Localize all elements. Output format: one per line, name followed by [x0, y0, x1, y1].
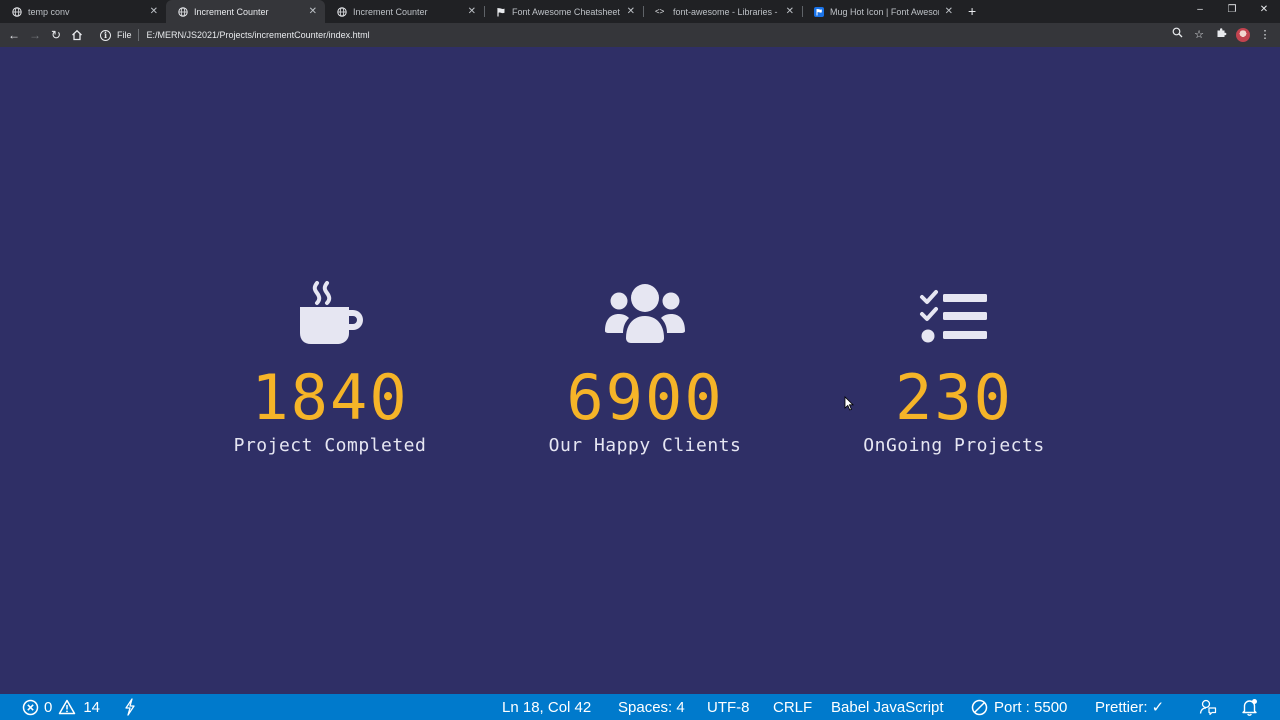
forward-button[interactable]: →	[27, 27, 43, 43]
tab-increment-counter[interactable]: Increment Counter ✕	[325, 0, 484, 23]
tab-title: temp conv	[28, 6, 70, 17]
globe-icon	[337, 6, 347, 17]
notifications-bell-icon[interactable]	[1241, 694, 1258, 720]
info-icon[interactable]: i	[100, 29, 111, 41]
no-entry-icon	[971, 699, 988, 716]
browser-toolbar: ← → ↻ i File E:/MERN/JS2021/Projects/inc…	[0, 23, 1280, 47]
editor-status-bar: 0 14 Ln 18, Col 42 Spaces: 4 UTF-8 CRLF …	[0, 694, 1280, 720]
minimize-icon[interactable]: –	[1184, 0, 1216, 23]
mug-hot-icon	[200, 275, 460, 345]
problems-indicator[interactable]: 0 14	[22, 694, 100, 720]
page-content: 1840 Project Completed 6900 Our Happy Cl…	[0, 47, 1280, 694]
tasks-icon	[824, 275, 1084, 345]
menu-kebab-icon[interactable]: ⋮	[1258, 27, 1272, 43]
counter-label: Our Happy Clients	[548, 435, 742, 456]
counter-value: 230	[895, 361, 1013, 434]
counter-projects-completed: 1840 Project Completed	[200, 275, 460, 456]
reload-button[interactable]: ↻	[48, 27, 64, 43]
tab-title: Increment Counter	[353, 6, 428, 17]
mouse-cursor	[844, 396, 854, 416]
flag-icon	[814, 6, 824, 17]
tab-font-awesome-cheatsheet[interactable]: Font Awesome Cheatsheet ✕	[484, 0, 643, 23]
warning-count: 14	[83, 698, 101, 716]
bookmark-star-icon[interactable]: ☆	[1192, 27, 1206, 43]
close-icon[interactable]: ✕	[627, 6, 635, 17]
error-icon	[22, 699, 39, 716]
restore-icon[interactable]: ❐	[1216, 0, 1248, 23]
close-icon[interactable]: ✕	[468, 6, 476, 17]
counter-label: Project Completed	[233, 435, 427, 456]
extensions-puzzle-icon[interactable]	[1214, 27, 1228, 43]
warning-icon	[58, 699, 76, 715]
tab-title: Increment Counter	[194, 6, 269, 17]
address-url[interactable]: E:/MERN/JS2021/Projects/incrementCounter…	[147, 30, 370, 40]
lightning-icon[interactable]	[124, 694, 136, 720]
error-count: 0	[44, 698, 53, 716]
cursor-position[interactable]: Ln 18, Col 42	[502, 694, 591, 720]
home-button[interactable]	[69, 27, 85, 43]
live-server-port[interactable]: Port : 5500	[971, 694, 1067, 720]
address-scheme-label: File	[117, 30, 132, 40]
port-label: Port : 5500	[994, 698, 1068, 716]
close-icon[interactable]: ✕	[309, 6, 317, 17]
globe-icon	[178, 6, 188, 17]
close-window-icon[interactable]: ✕	[1248, 0, 1280, 23]
address-divider	[137, 29, 139, 41]
language-mode[interactable]: Babel JavaScript	[831, 694, 944, 720]
tab-title: Mug Hot Icon | Font Awesome	[830, 6, 939, 17]
line-ending[interactable]: CRLF	[773, 694, 812, 720]
toolbar-actions: ☆ ⋮	[1170, 27, 1272, 43]
tab-increment-counter-active[interactable]: Increment Counter ✕	[166, 0, 325, 23]
counter-ongoing-projects: 230 OnGoing Projects	[824, 275, 1084, 456]
window-controls: – ❐ ✕	[1184, 0, 1280, 23]
counter-value: 6900	[566, 361, 724, 434]
close-icon[interactable]: ✕	[945, 6, 953, 17]
users-icon	[515, 275, 775, 345]
indentation[interactable]: Spaces: 4	[618, 694, 685, 720]
address-bar[interactable]: i File E:/MERN/JS2021/Projects/increment…	[92, 25, 1210, 45]
feedback-icon[interactable]	[1199, 694, 1217, 720]
tab-title: font-awesome - Libraries - cdnjs	[673, 6, 780, 17]
tab-title: Font Awesome Cheatsheet	[512, 6, 620, 17]
encoding[interactable]: UTF-8	[707, 694, 750, 720]
globe-icon	[12, 6, 22, 17]
counter-label: OnGoing Projects	[863, 435, 1045, 456]
close-icon[interactable]: ✕	[150, 6, 158, 17]
zoom-icon[interactable]	[1170, 27, 1184, 43]
counter-value: 1840	[251, 361, 409, 434]
profile-avatar[interactable]	[1236, 28, 1250, 42]
back-button[interactable]: ←	[6, 27, 22, 43]
tab-temp-conv[interactable]: temp conv ✕	[0, 0, 166, 23]
counter-happy-clients: 6900 Our Happy Clients	[515, 275, 775, 456]
tab-mug-hot-icon[interactable]: Mug Hot Icon | Font Awesome ✕	[802, 0, 961, 23]
flag-icon	[496, 7, 506, 17]
browser-tab-strip: temp conv ✕ Increment Counter ✕ Incremen…	[0, 0, 1280, 23]
tab-cdnjs-font-awesome[interactable]: <> font-awesome - Libraries - cdnjs ✕	[643, 0, 802, 23]
close-icon[interactable]: ✕	[786, 6, 794, 17]
home-icon	[72, 29, 82, 41]
code-icon: <>	[655, 6, 665, 16]
prettier-status[interactable]: Prettier: ✓	[1095, 694, 1164, 720]
new-tab-button[interactable]: +	[968, 2, 976, 20]
